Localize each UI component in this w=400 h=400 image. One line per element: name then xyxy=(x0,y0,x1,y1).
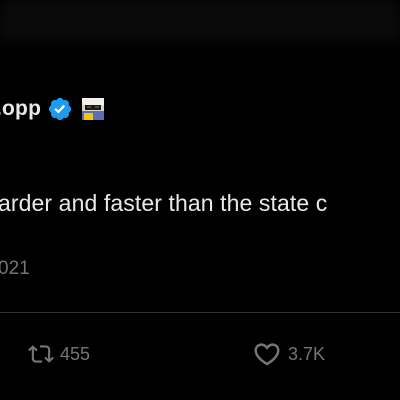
verified-badge-icon xyxy=(47,96,73,122)
author-name[interactable]: .opp xyxy=(0,97,41,121)
retweet-icon xyxy=(28,341,54,367)
sunglasses-emoji-icon xyxy=(81,97,105,121)
divider xyxy=(0,312,400,313)
heart-icon xyxy=(252,339,282,369)
tweet-text: arder and faster than the state c xyxy=(0,190,328,216)
author-row[interactable]: .opp xyxy=(0,94,105,124)
like-count: 3.7K xyxy=(288,343,326,364)
retweet-count: 455 xyxy=(60,343,91,364)
retweet-button[interactable]: 455 xyxy=(28,338,90,370)
like-button[interactable]: 3.7K xyxy=(252,338,325,370)
tweet-card: .opp arder and faster than the state c 0… xyxy=(0,0,400,400)
tweet-timestamp[interactable]: 021 xyxy=(0,258,30,280)
